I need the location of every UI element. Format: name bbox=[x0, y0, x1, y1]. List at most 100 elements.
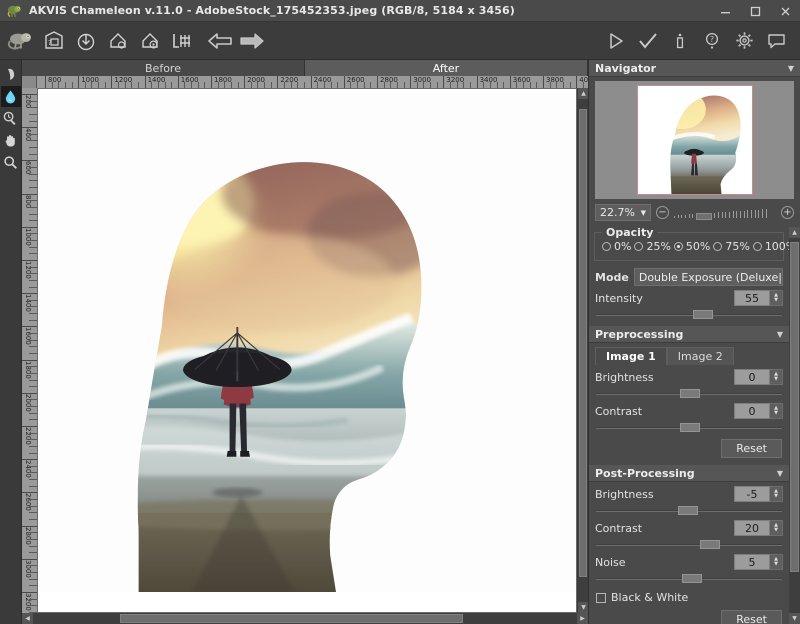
pre-brightness-stepper[interactable]: 0 ▲▼ bbox=[734, 369, 783, 385]
scroll-right-arrow-icon[interactable]: ▶ bbox=[577, 613, 588, 624]
horizontal-scrollbar[interactable]: ◀ ▶ bbox=[22, 613, 588, 624]
panel-scroll-down-arrow-icon[interactable]: ▼ bbox=[789, 613, 800, 624]
pre-contrast-value[interactable]: 0 bbox=[734, 403, 770, 419]
zoom-slider-thumb[interactable] bbox=[696, 213, 712, 220]
pre-contrast-stepper[interactable]: 0 ▲▼ bbox=[734, 403, 783, 419]
print-image-icon[interactable] bbox=[102, 25, 134, 57]
post-contrast-spinner[interactable]: ▲▼ bbox=[770, 520, 783, 536]
post-noise-stepper[interactable]: 5 ▲▼ bbox=[734, 554, 783, 570]
post-contrast-value[interactable]: 20 bbox=[734, 520, 770, 536]
ruler-minor-tick bbox=[29, 147, 37, 148]
tab-after[interactable]: After bbox=[305, 60, 588, 76]
radio-button-icon[interactable] bbox=[602, 242, 611, 251]
slider-thumb[interactable] bbox=[680, 389, 700, 398]
help-icon[interactable]: ? bbox=[696, 25, 728, 57]
chevron-down-icon[interactable]: ▼ bbox=[788, 64, 794, 73]
history-brush-icon[interactable] bbox=[1, 108, 21, 129]
maximize-button[interactable] bbox=[740, 0, 770, 22]
pre-contrast-spinner[interactable]: ▲▼ bbox=[770, 403, 783, 419]
redo-arrow-icon[interactable] bbox=[236, 25, 268, 57]
info-icon[interactable] bbox=[664, 25, 696, 57]
slider-thumb[interactable] bbox=[682, 574, 702, 583]
post-contrast-slider[interactable] bbox=[596, 539, 782, 550]
slider-thumb[interactable] bbox=[678, 506, 698, 515]
opacity-option-100[interactable]: 100% bbox=[753, 240, 789, 253]
intensity-slider[interactable] bbox=[596, 309, 782, 320]
preprocessing-reset-button[interactable]: Reset bbox=[721, 439, 782, 458]
checkbox-icon[interactable] bbox=[596, 593, 606, 603]
apply-check-icon[interactable] bbox=[632, 25, 664, 57]
horizontal-scroll-thumb[interactable] bbox=[120, 614, 463, 623]
navigator-viewport[interactable] bbox=[637, 85, 753, 195]
zoom-in-button[interactable]: + bbox=[781, 206, 794, 219]
transparency-tool-icon[interactable] bbox=[1, 64, 21, 85]
vertical-scrollbar[interactable]: ▲ ▼ bbox=[577, 88, 588, 613]
panel-scroll-thumb[interactable] bbox=[790, 242, 799, 572]
chevron-down-icon[interactable]: ▼ bbox=[777, 330, 783, 339]
chevron-down-icon[interactable]: ▼ bbox=[641, 209, 646, 217]
save-image-icon[interactable] bbox=[70, 25, 102, 57]
opacity-option-50[interactable]: 50% bbox=[674, 240, 710, 253]
grid-icon[interactable] bbox=[166, 25, 198, 57]
black-white-checkbox[interactable]: Black & White bbox=[596, 591, 782, 604]
vertical-scroll-thumb[interactable] bbox=[579, 109, 587, 577]
navigator-header[interactable]: Navigator ▼ bbox=[589, 60, 800, 77]
zoom-slider[interactable] bbox=[674, 206, 776, 220]
post-brightness-value[interactable]: -5 bbox=[734, 486, 770, 502]
publish-image-icon[interactable] bbox=[134, 25, 166, 57]
mode-select[interactable]: Double Exposure (Deluxe|Business) ▼ bbox=[634, 268, 783, 286]
run-icon[interactable] bbox=[600, 25, 632, 57]
preprocessing-header[interactable]: Preprocessing ▼ bbox=[589, 326, 789, 343]
postprocessing-reset-button[interactable]: Reset bbox=[721, 610, 782, 624]
close-button[interactable] bbox=[770, 0, 800, 22]
panel-scroll-track[interactable] bbox=[789, 238, 800, 613]
zoom-level-combo[interactable]: 22.7% ▼ bbox=[595, 204, 651, 221]
tab-image-2[interactable]: Image 2 bbox=[667, 347, 734, 365]
pre-brightness-value[interactable]: 0 bbox=[734, 369, 770, 385]
slider-thumb[interactable] bbox=[693, 310, 713, 319]
undo-arrow-icon[interactable] bbox=[204, 25, 236, 57]
opacity-option-0[interactable]: 0% bbox=[602, 240, 631, 253]
comment-icon[interactable] bbox=[760, 25, 792, 57]
scroll-left-arrow-icon[interactable]: ◀ bbox=[22, 613, 33, 624]
post-noise-spinner[interactable]: ▲▼ bbox=[770, 554, 783, 570]
radio-button-selected-icon[interactable] bbox=[674, 242, 683, 251]
post-brightness-stepper[interactable]: -5 ▲▼ bbox=[734, 486, 783, 502]
radio-button-icon[interactable] bbox=[713, 242, 722, 251]
post-contrast-stepper[interactable]: 20 ▲▼ bbox=[734, 520, 783, 536]
settings-scrollbar[interactable]: ▲ ▼ bbox=[789, 227, 800, 624]
post-brightness-spinner[interactable]: ▲▼ bbox=[770, 486, 783, 502]
hand-tool-icon[interactable] bbox=[1, 130, 21, 151]
slider-thumb[interactable] bbox=[680, 423, 700, 432]
postprocessing-header[interactable]: Post-Processing ▼ bbox=[589, 465, 789, 482]
post-brightness-slider[interactable] bbox=[596, 505, 782, 516]
tab-before[interactable]: Before bbox=[22, 60, 305, 76]
intensity-stepper[interactable]: 55 ▲▼ bbox=[734, 290, 783, 306]
chevron-down-icon[interactable]: ▼ bbox=[777, 469, 783, 478]
zoom-out-button[interactable]: − bbox=[656, 206, 669, 219]
intensity-spinner[interactable]: ▲▼ bbox=[770, 290, 783, 306]
chameleon-brand-icon[interactable] bbox=[6, 25, 38, 57]
navigator-thumbnail[interactable] bbox=[595, 81, 794, 199]
pre-brightness-spinner[interactable]: ▲▼ bbox=[770, 369, 783, 385]
vertical-scroll-track[interactable] bbox=[578, 99, 588, 602]
post-noise-slider[interactable] bbox=[596, 573, 782, 584]
post-noise-value[interactable]: 5 bbox=[734, 554, 770, 570]
radio-button-icon[interactable] bbox=[753, 242, 762, 251]
tab-image-1[interactable]: Image 1 bbox=[595, 347, 667, 365]
pre-brightness-slider[interactable] bbox=[596, 388, 782, 399]
opacity-option-75[interactable]: 75% bbox=[713, 240, 749, 253]
preferences-gear-icon[interactable] bbox=[728, 25, 760, 57]
opacity-option-25[interactable]: 25% bbox=[634, 240, 670, 253]
zoom-tool-icon[interactable] bbox=[1, 152, 21, 173]
image-canvas[interactable] bbox=[37, 88, 577, 613]
intensity-value[interactable]: 55 bbox=[734, 290, 770, 306]
pre-contrast-slider[interactable] bbox=[596, 422, 782, 433]
blur-tool-icon[interactable] bbox=[1, 86, 21, 107]
minimize-button[interactable] bbox=[710, 0, 740, 22]
radio-button-icon[interactable] bbox=[634, 242, 643, 251]
open-image-icon[interactable]: ? bbox=[38, 25, 70, 57]
panel-scroll-up-arrow-icon[interactable]: ▲ bbox=[789, 227, 800, 238]
slider-thumb[interactable] bbox=[700, 540, 720, 549]
horizontal-scroll-track[interactable] bbox=[33, 613, 577, 624]
